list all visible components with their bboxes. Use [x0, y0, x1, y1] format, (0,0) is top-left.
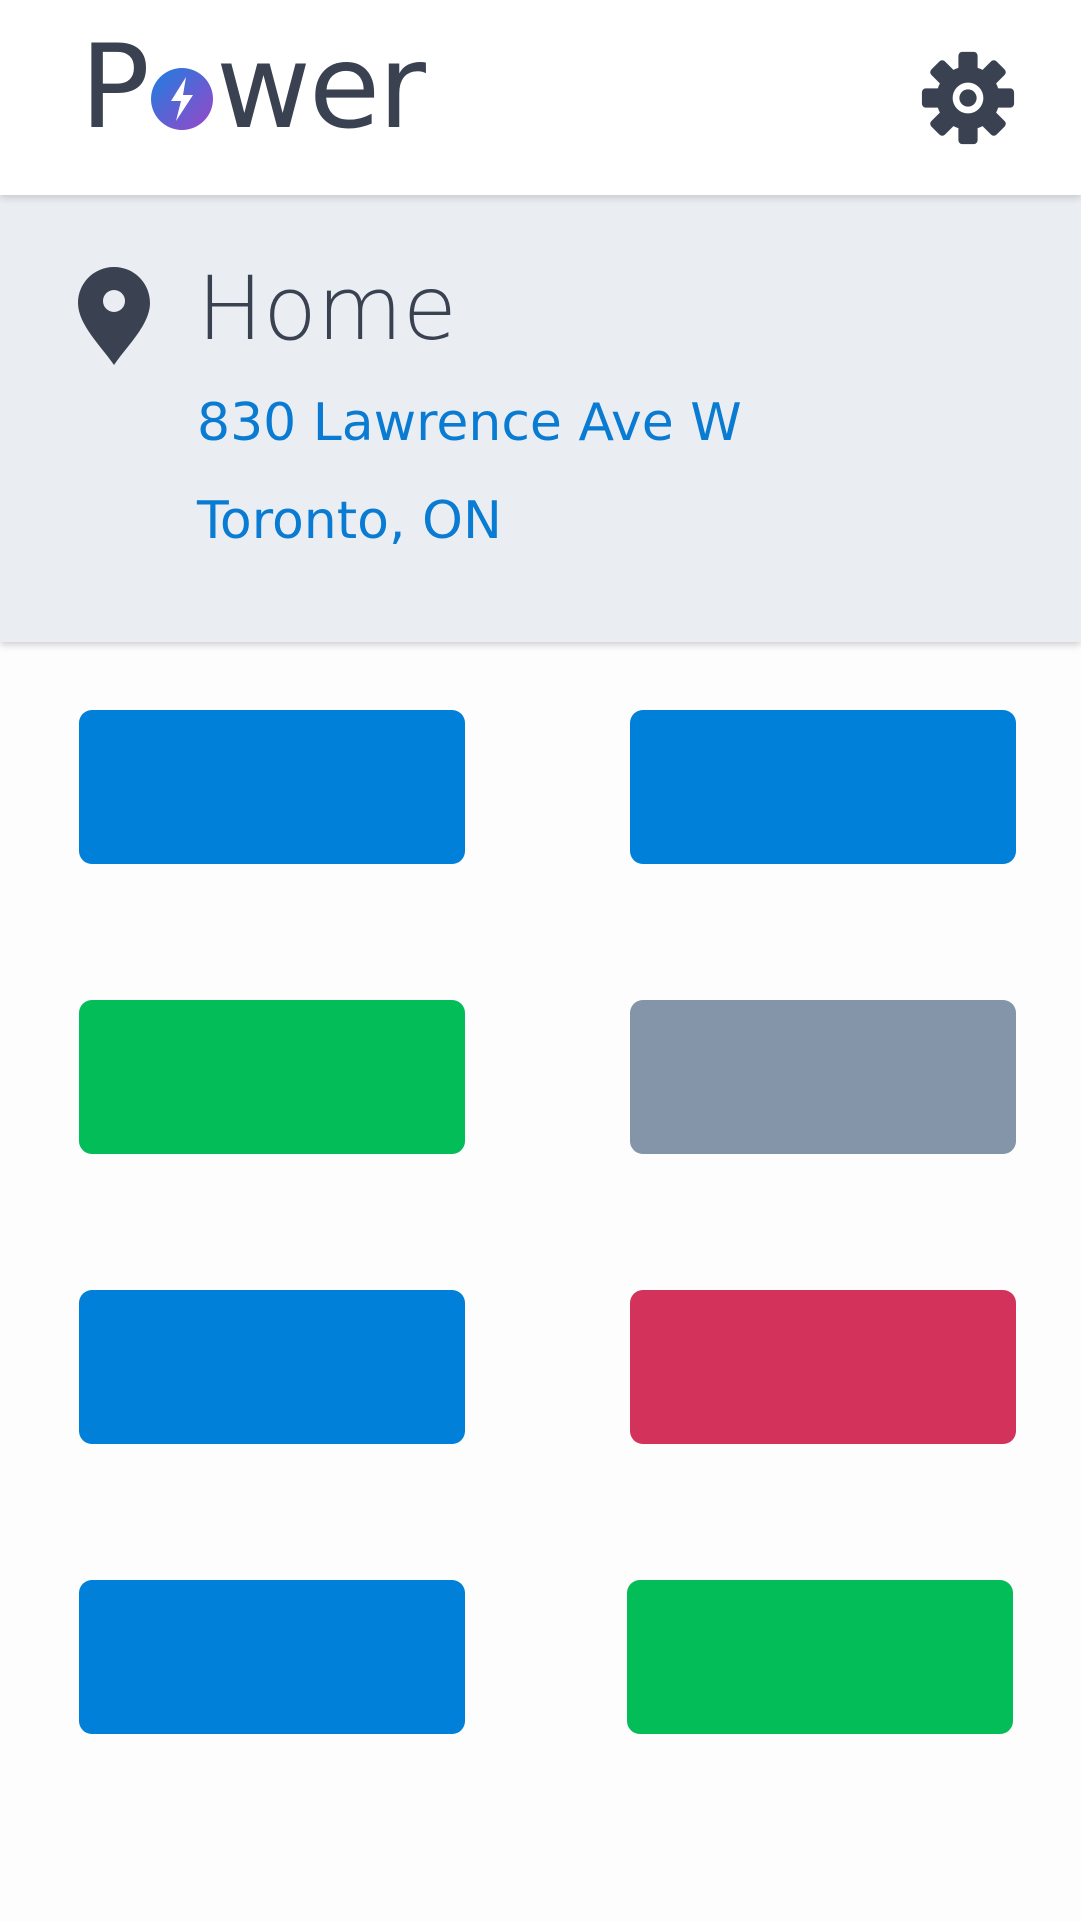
app-header: P wer: [0, 0, 1081, 195]
location-panel[interactable]: Home 830 Lawrence Ave W Toronto, ON: [0, 195, 1081, 642]
tile-red[interactable]: [630, 1290, 1016, 1444]
map-pin-icon: [78, 267, 150, 365]
tile-gray[interactable]: [630, 1000, 1016, 1154]
tile-blue-4[interactable]: [79, 1580, 465, 1734]
tile-green-1[interactable]: [79, 1000, 465, 1154]
logo-text-start: P: [80, 20, 150, 155]
logo-text-end: wer: [215, 20, 426, 155]
tile-blue-2[interactable]: [630, 710, 1016, 864]
address-line-2: Toronto, ON: [197, 491, 502, 551]
app-logo: P wer: [80, 20, 426, 155]
location-name: Home: [197, 257, 457, 360]
tile-blue-3[interactable]: [79, 1290, 465, 1444]
tile-green-2[interactable]: [627, 1580, 1013, 1734]
bolt-circle-icon: [150, 68, 213, 130]
tile-blue-1[interactable]: [79, 710, 465, 864]
address-line-1: 830 Lawrence Ave W: [197, 393, 742, 453]
gear-icon[interactable]: [920, 50, 1016, 146]
